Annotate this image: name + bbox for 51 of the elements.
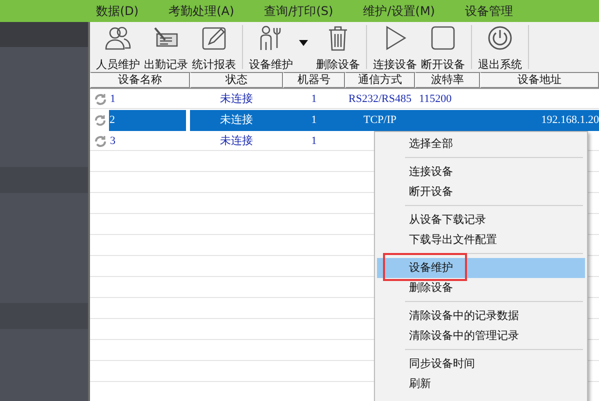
selected-row[interactable]: 2 未连接 1 TCP/IP 192.168.1.20 [90, 110, 599, 131]
table-cell-text: 未连接 [220, 112, 253, 128]
menu-item[interactable]: 下载导出文件配置 [377, 230, 585, 250]
table-cell-text: 未连接 [220, 134, 253, 149]
menu-item[interactable]: 查询/打印(S) [264, 2, 334, 20]
menu-item[interactable]: 清除设备中的管理记录 [377, 326, 585, 346]
menu-item[interactable]: 断开设备 [377, 182, 585, 202]
menu-item[interactable]: 同步设备时间 [377, 354, 585, 374]
menu-item[interactable]: 删除设备 [377, 278, 585, 298]
table-cell-text: 1 [311, 92, 317, 107]
stop-icon [429, 24, 457, 52]
table-cell-text: 未连接 [220, 92, 253, 107]
table-cell-text: 115200 [419, 92, 452, 107]
refresh-icon [94, 93, 107, 106]
table-cell: 2 [109, 110, 186, 131]
column-header[interactable]: 状态 [190, 72, 283, 88]
menu-item[interactable]: 从设备下载记录 [377, 210, 585, 230]
power-icon [486, 24, 514, 52]
table-cell-text: 1 [311, 113, 317, 128]
table-cell-text: 192.168.1.20 [541, 113, 599, 128]
toolbar-button[interactable]: 退出系统 [477, 22, 523, 72]
toolbar-button[interactable]: 设备维护 [248, 22, 294, 72]
menu-item[interactable]: 设备维护 [377, 258, 585, 278]
column-header[interactable]: 设备地址 [480, 72, 599, 88]
column-header[interactable]: 机器号 [283, 72, 345, 88]
menu-item[interactable]: 选择全部 [377, 134, 585, 154]
toolbar-button[interactable]: 统计报表 [191, 22, 237, 72]
column-header[interactable]: 波特率 [415, 72, 480, 88]
table-cell-text: 3 [110, 134, 116, 149]
toolbar-button[interactable]: 断开设备 [420, 22, 466, 72]
menu-item[interactable]: 数据(D) [96, 2, 139, 20]
menu-item[interactable]: 刷新 [377, 374, 585, 394]
people-icon [104, 24, 132, 52]
column-header[interactable]: 通信方式 [345, 72, 415, 88]
toolbar-button[interactable]: 删除设备 [315, 22, 361, 72]
toolbar-button[interactable]: 人员维护 [95, 22, 141, 72]
toolbar-button[interactable]: 连接设备 [372, 22, 418, 72]
menu-item[interactable]: 连接设备 [377, 162, 585, 182]
table-cell-text: TCP/IP [363, 113, 396, 128]
menu-item[interactable]: 维护/设置(M) [363, 2, 435, 20]
column-header[interactable]: 设备名称 [90, 72, 190, 88]
caret-icon[interactable] [299, 40, 308, 46]
refresh-icon [94, 114, 106, 127]
refresh-icon [94, 135, 107, 148]
menu-item[interactable]: 清除设备中的记录数据 [377, 306, 585, 326]
menu-item[interactable]: 考勤处理(A) [168, 2, 234, 20]
toolbar-button[interactable]: 出勤记录 [143, 22, 189, 72]
menu-item[interactable]: 设备管理 [464, 2, 513, 20]
table-cell-text: 1 [311, 134, 317, 149]
table-cell-text: 1 [110, 92, 116, 107]
table-cell-text: RS232/RS485 [348, 92, 412, 107]
